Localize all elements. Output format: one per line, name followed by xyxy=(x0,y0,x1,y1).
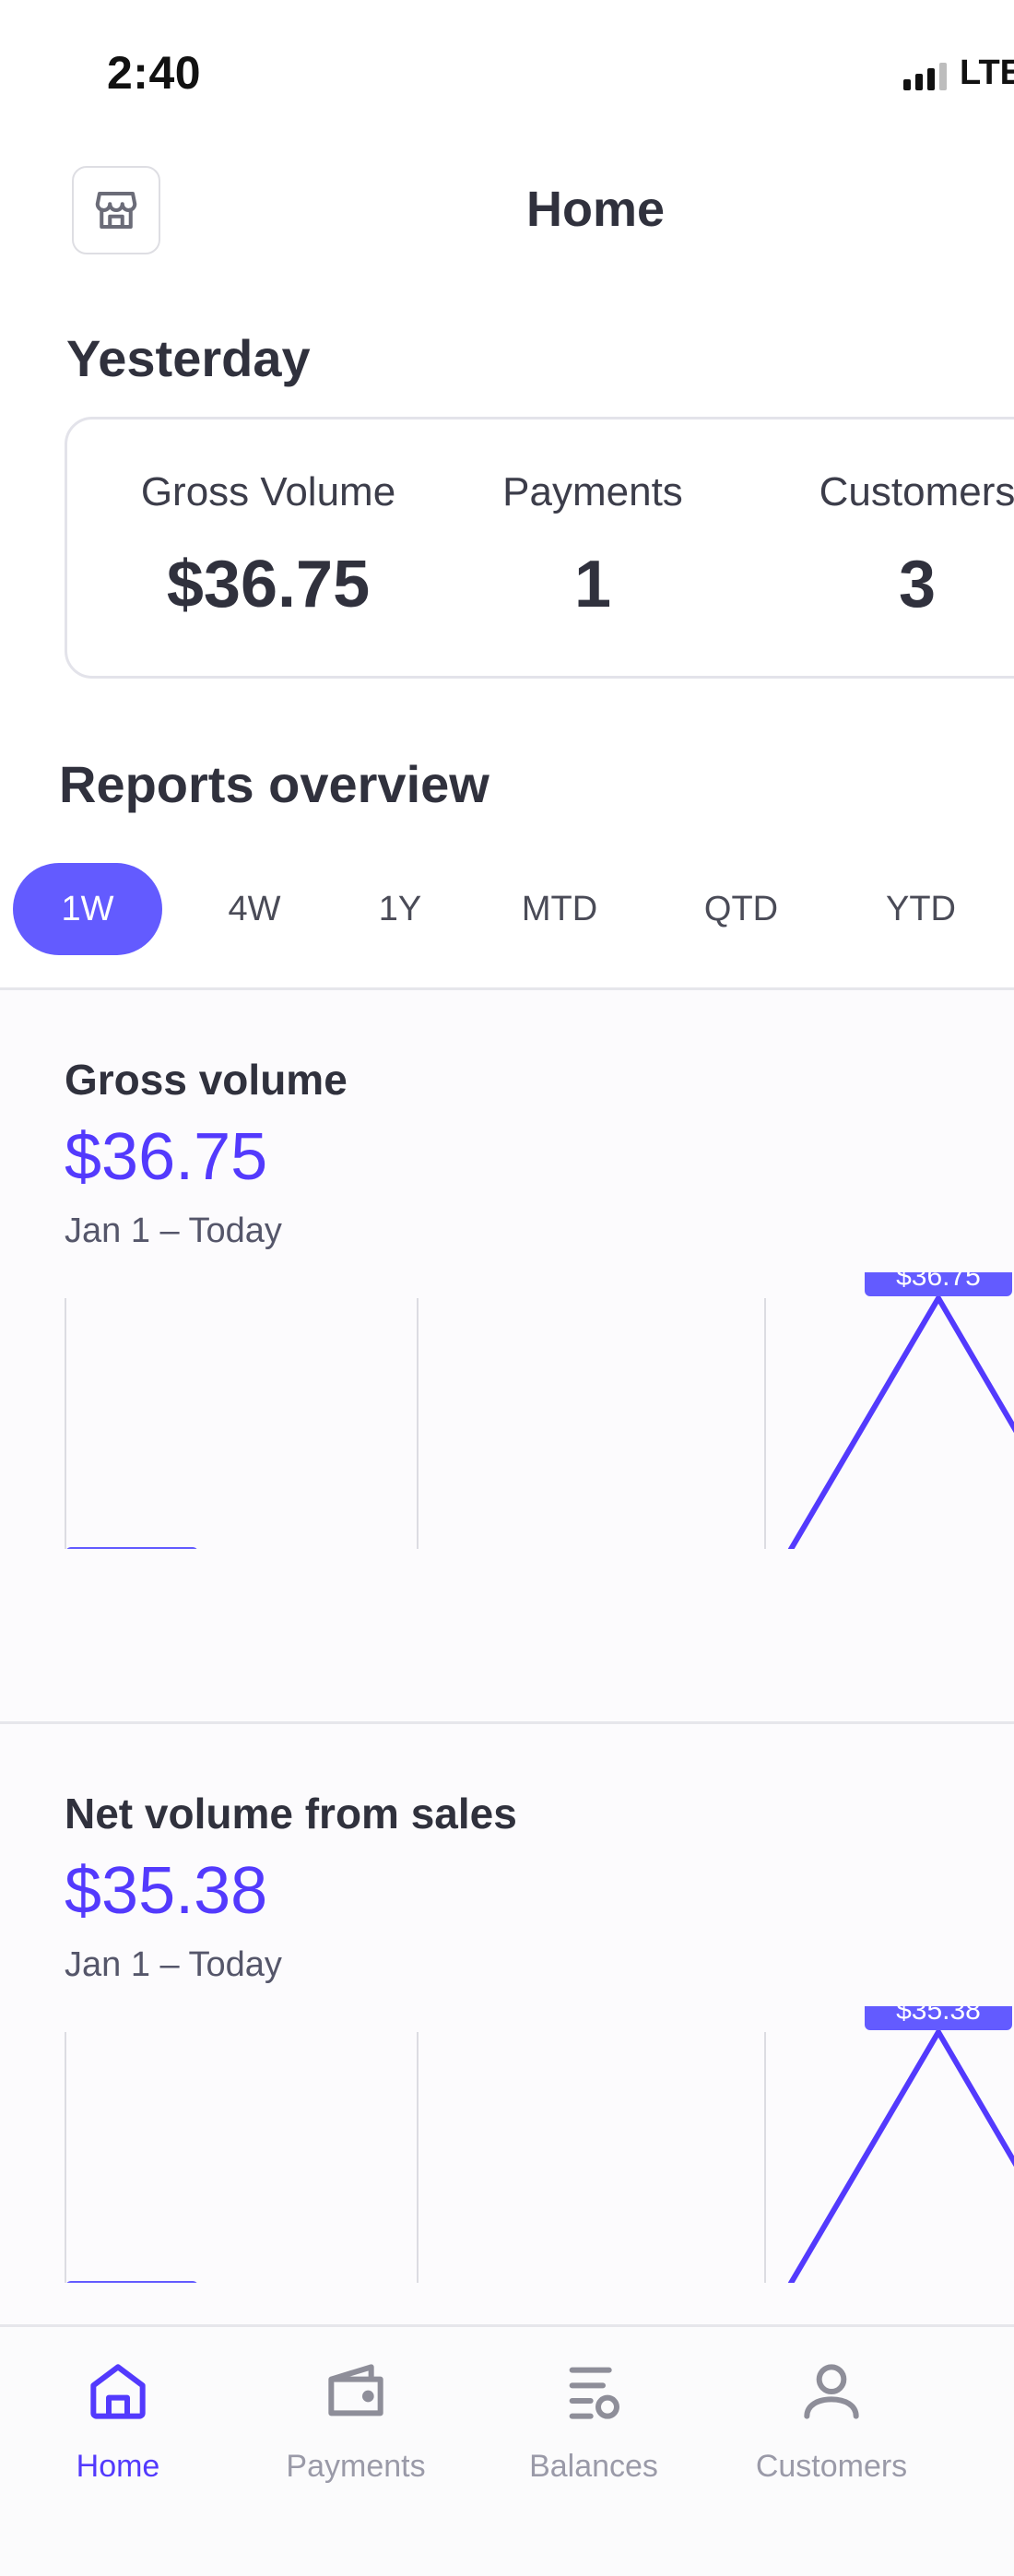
stat-gross-volume: Gross Volume $36.75 xyxy=(121,469,416,622)
report-value: $35.38 xyxy=(65,1854,268,1928)
peak-value-label: $35.38 xyxy=(865,2006,1012,2030)
home-icon xyxy=(90,2364,146,2419)
tab-mtd[interactable]: MTD xyxy=(477,863,643,955)
yesterday-heading: Yesterday xyxy=(66,329,311,387)
start-value-label: $0.00 xyxy=(66,1547,197,1549)
tab-1y[interactable]: 1Y xyxy=(326,863,474,955)
stat-label: Gross Volume xyxy=(140,469,396,514)
nav-payments[interactable]: Payments xyxy=(245,2327,466,2511)
wallet-icon xyxy=(328,2364,383,2416)
home-screen: 2:40 LTE Home Yesterday Gross Volume $36… xyxy=(0,0,1014,2576)
person-icon xyxy=(804,2364,859,2419)
report-card-gross-volume[interactable]: Gross volume $36.75 Jan 1 – Today $0.00$… xyxy=(0,990,1014,1721)
yesterday-card[interactable]: Gross Volume $36.75 Payments 1 Customers… xyxy=(65,417,1014,679)
stat-payments: Payments 1 xyxy=(445,469,740,622)
net-volume-chart: $0.00 $35.38 xyxy=(65,2006,1014,2283)
status-indicators: LTE xyxy=(903,55,1014,90)
nav-label: Customers xyxy=(755,2449,908,2484)
stat-value: $36.75 xyxy=(166,548,371,621)
series-line xyxy=(787,2027,1014,2283)
stat-label: Customers xyxy=(819,469,1014,514)
tab-ytd[interactable]: YTD xyxy=(838,863,1004,955)
start-value-label: $0.00 xyxy=(66,2281,197,2283)
stat-value: 3 xyxy=(898,548,937,621)
balances-icon xyxy=(569,2367,619,2419)
bottom-nav: Home Payments Balances Customers xyxy=(0,2324,1014,2576)
report-title: Net volume from sales xyxy=(65,1790,517,1837)
svg-text:$35.38: $35.38 xyxy=(896,2006,981,2026)
tab-1w[interactable]: 1W xyxy=(13,863,162,955)
tab-qtd[interactable]: QTD xyxy=(658,863,824,955)
report-range: Jan 1 – Today xyxy=(65,1211,282,1250)
page-title: Home xyxy=(525,182,666,237)
report-card-net-volume[interactable]: Net volume from sales $35.38 Jan 1 – Tod… xyxy=(0,1724,1014,2333)
nav-label: Payments xyxy=(286,2449,426,2484)
nav-balances[interactable]: Balances xyxy=(483,2327,704,2511)
reports-heading: Reports overview xyxy=(59,755,489,813)
period-tabs: 1W 4W 1Y MTD QTD YTD xyxy=(13,863,1014,955)
status-time: 2:40 xyxy=(107,47,202,99)
nav-home[interactable]: Home xyxy=(7,2327,229,2511)
report-value: $36.75 xyxy=(65,1120,268,1194)
series-line xyxy=(787,1293,1014,1549)
report-range: Jan 1 – Today xyxy=(65,1945,282,1984)
network-label: LTE xyxy=(960,53,1014,92)
peak-value-label: $36.75 xyxy=(865,1272,1012,1296)
tab-4w[interactable]: 4W xyxy=(181,863,328,955)
nav-customers[interactable]: Customers xyxy=(721,2327,942,2511)
nav-label: Home xyxy=(76,2449,160,2484)
nav-label: Balances xyxy=(529,2449,658,2484)
stat-label: Payments xyxy=(502,469,683,514)
stat-value: 1 xyxy=(573,548,612,621)
gross-volume-chart: $0.00 $36.75 xyxy=(65,1272,1014,1549)
svg-text:$36.75: $36.75 xyxy=(896,1272,981,1292)
stat-customers: Customers 3 xyxy=(770,469,1014,622)
report-title: Gross volume xyxy=(65,1056,348,1104)
signal-icon xyxy=(903,63,948,90)
